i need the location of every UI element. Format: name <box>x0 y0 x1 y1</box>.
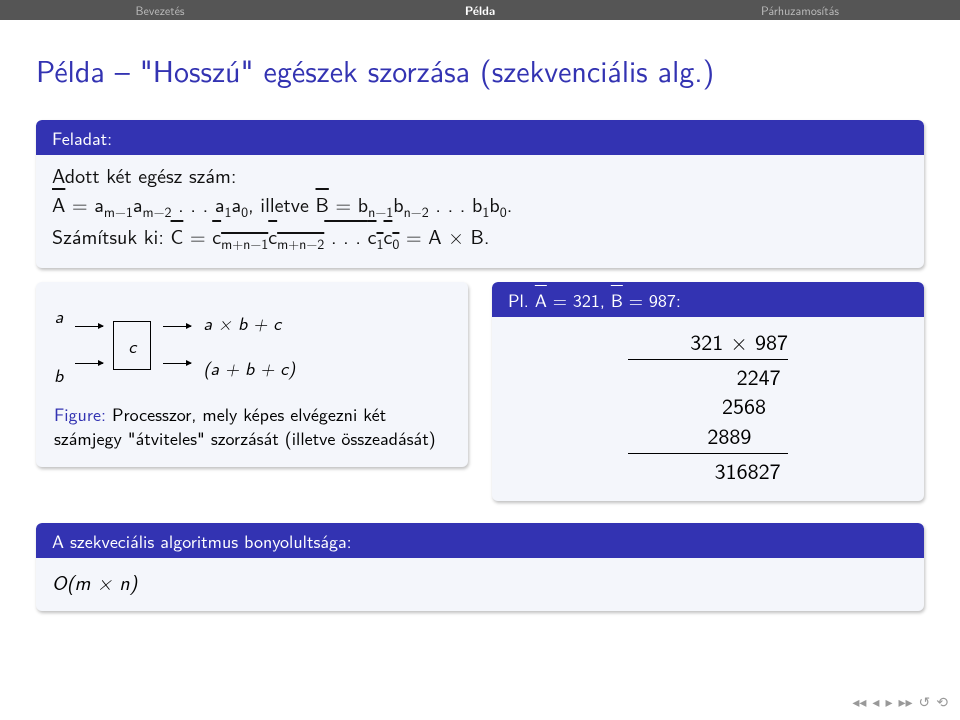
arrow-out1 <box>163 326 191 327</box>
figure-block: a b c a × b + c (a + b + c) Figur <box>36 282 468 467</box>
tab-parhuzamositas[interactable]: Párhuzamosítás <box>640 0 960 21</box>
ex-a-val: = 321, <box>547 286 611 313</box>
slide-title: Példa – "Hosszú" egészek szorzása (szekv… <box>0 20 960 110</box>
arrow-a <box>75 326 103 327</box>
a-end2: a <box>231 190 241 219</box>
b-period: . <box>507 190 513 219</box>
a-eq: = a <box>65 190 104 219</box>
middle-row: a b c a × b + c (a + b + c) Figur <box>36 282 924 501</box>
b-end1: b <box>472 190 482 219</box>
output-product: a × b + c <box>203 309 295 336</box>
c-s1: m+n−1 <box>221 234 268 254</box>
nav-undo-icon[interactable]: ↺ <box>919 692 931 712</box>
a-sub1: m−1 <box>104 202 133 222</box>
c-eq: = <box>183 222 212 251</box>
b-eq: = b <box>329 190 368 219</box>
ex-a-over: A <box>535 286 547 313</box>
c-s2: m+n−2 <box>277 234 324 254</box>
a-overline: A <box>52 190 65 219</box>
b-dots: . . . <box>429 190 472 219</box>
calc-r4: 2889 <box>628 421 788 451</box>
b-sub2: n−2 <box>404 202 429 222</box>
example-calc: 321 × 987 2247 2568 2889 316827 <box>492 317 924 501</box>
task-line1: Adott két egész szám: <box>52 161 908 190</box>
figure-caption: Figure: Processzor, mely képes elvégezni… <box>54 402 450 451</box>
complexity-block: A szekveciális algoritmus bonyolultsága:… <box>36 523 924 611</box>
arrow-out2 <box>163 363 191 364</box>
processor-box: c <box>113 321 151 370</box>
ex-b-val: = 987: <box>623 286 681 313</box>
task-heading: Feladat: <box>36 120 924 155</box>
illetve: , illetve <box>248 190 315 219</box>
calc-r3: 2568 <box>628 391 788 421</box>
output-sum: (a + b + c) <box>203 354 295 381</box>
task-block: Feladat: Adott két egész szám: A = am−1a… <box>36 120 924 268</box>
processor-diagram: a b c a × b + c (a + b + c) <box>54 302 450 388</box>
nav-first-icon[interactable]: ◂◂ <box>852 692 866 712</box>
nav-next-icon[interactable]: ▸ <box>885 692 892 712</box>
calc-r5: 316827 <box>628 456 788 486</box>
slide-nav: ◂◂ ◂ ▸ ▸▸ ↺ ⟲ <box>852 692 948 712</box>
arrow-b <box>75 363 103 364</box>
b-sub1: n−1 <box>368 202 393 222</box>
task-a-def: A = am−1am−2 . . . a1a0, illetve B = bn−… <box>52 190 908 222</box>
b-overline: B <box>316 190 329 219</box>
ex-b-over: B <box>611 286 623 313</box>
tab-bevezetes[interactable]: Bevezetés <box>0 0 320 21</box>
a-end1: a <box>215 190 225 219</box>
calc-r2: 2247 <box>628 362 788 392</box>
task-body: Adott két egész szám: A = am−1am−2 . . .… <box>36 155 924 268</box>
b-mid: b <box>393 190 403 219</box>
example-col: Pl. A = 321, B = 987: 321 × 987 2247 256… <box>492 282 924 501</box>
figure-col: a b c a × b + c (a + b + c) Figur <box>36 282 468 501</box>
c-es1: 1 <box>377 234 384 254</box>
b-end2: b <box>489 190 499 219</box>
input-b: b <box>54 361 63 388</box>
tab-pelda[interactable]: Példa <box>320 0 640 21</box>
nav-prev-icon[interactable]: ◂ <box>872 692 879 712</box>
example-heading: Pl. A = 321, B = 987: <box>492 282 924 317</box>
example-block: Pl. A = 321, B = 987: 321 × 987 2247 256… <box>492 282 924 501</box>
complexity-heading: A szekveciális algoritmus bonyolultsága: <box>36 523 924 558</box>
figure-caption-text: Processzor, mely képes elvégezni két szá… <box>54 400 436 451</box>
c-dots: . . . <box>324 222 367 251</box>
task-c-def: Számítsuk ki: C = cm+n−1cm+n−2 . . . c1c… <box>52 222 908 254</box>
nav-last-icon[interactable]: ▸▸ <box>898 692 912 712</box>
a-sub2: m−2 <box>142 202 171 222</box>
c-tail: = A × B. <box>399 222 489 251</box>
a-dots: . . . <box>172 190 215 219</box>
ex-pre: Pl. <box>508 286 535 313</box>
top-nav: Bevezetés Példa Párhuzamosítás <box>0 0 960 20</box>
b-endsub2: 0 <box>500 202 507 222</box>
c-p1: c <box>212 222 221 251</box>
input-a: a <box>54 302 63 329</box>
complexity-value: O(m × n) <box>36 558 924 611</box>
calc-r1: 321 × 987 <box>628 327 788 357</box>
c-prefix: Számítsuk ki: <box>52 222 171 251</box>
figure-caption-lead: Figure: <box>54 400 106 427</box>
c-p2: c <box>268 222 277 251</box>
nav-refresh-icon[interactable]: ⟲ <box>936 692 948 712</box>
c-e1: c <box>368 222 377 251</box>
c-overline: C <box>171 222 184 251</box>
